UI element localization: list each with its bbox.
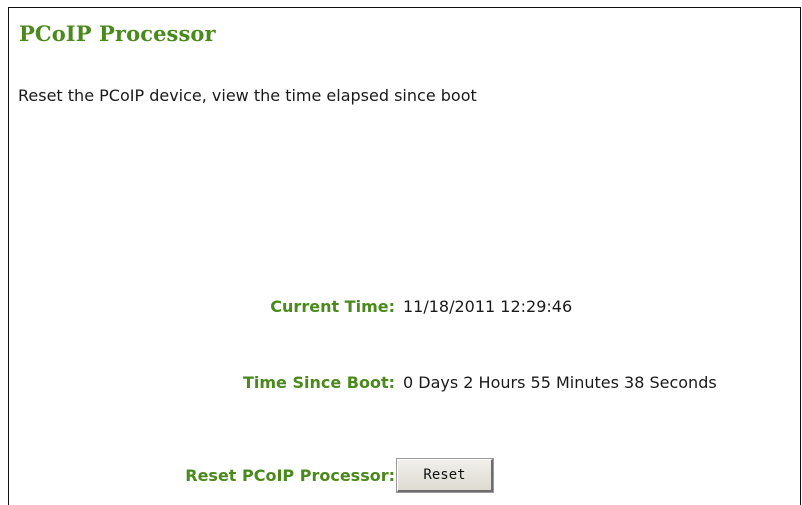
time-since-boot-value: 0 Days 2 Hours 55 Minutes 38 Seconds <box>403 373 717 392</box>
reset-processor-label: Reset PCoIP Processor: <box>185 466 395 485</box>
reset-processor-row: Reset PCoIP Processor: Reset <box>9 458 801 493</box>
current-time-label: Current Time: <box>270 297 395 316</box>
current-time-value: 11/18/2011 12:29:46 <box>403 297 573 316</box>
page-description: Reset the PCoIP device, view the time el… <box>18 86 477 105</box>
current-time-row: Current Time: 11/18/2011 12:29:46 <box>9 297 801 331</box>
time-since-boot-label: Time Since Boot: <box>242 373 395 392</box>
content-panel: PCoIP Processor Reset the PCoIP device, … <box>8 7 801 505</box>
page-title: PCoIP Processor <box>19 21 216 46</box>
time-since-boot-row: Time Since Boot: 0 Days 2 Hours 55 Minut… <box>9 373 801 407</box>
reset-button[interactable]: Reset <box>396 458 494 493</box>
